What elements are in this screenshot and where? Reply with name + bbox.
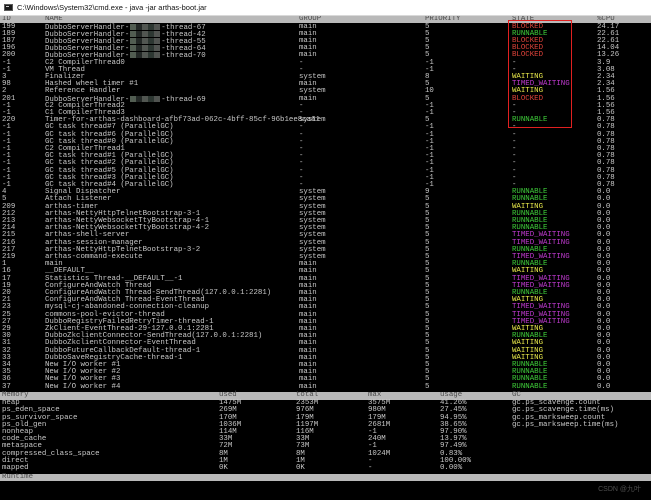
thread-row: 1 main main 5 RUNNABLE 0.0 [0, 260, 651, 268]
thread-row: 2 Reference Handler system 10 WAITING 1.56 [0, 88, 651, 96]
thread-id: 37 [2, 382, 11, 391]
gc-metric: gc.ps_marksweep.time(ms) [512, 420, 619, 429]
thread-row: 196 DubboServerHandler- -thread-64 main 5 BLO… [0, 44, 651, 52]
memory-row: ps_old_gen 1036M 1197M 2681M 38.65% gc.ps_mar… [0, 420, 651, 429]
memory-row: nonheap 114M 116M -1 97.90% [0, 428, 651, 436]
runtime-header-label: Runtime [2, 472, 34, 481]
redacted-mosaic [130, 23, 161, 30]
redacted-mosaic [130, 95, 161, 102]
window-titlebar[interactable]: C:\Windows\System32\cmd.exe - java -jar … [0, 0, 651, 16]
redacted-mosaic [130, 38, 161, 44]
thread-name-text: Reference Handler [45, 87, 121, 96]
thread-state: BLOCKED [512, 51, 544, 60]
thread-row: 219 arthas-command-execute system 5 TIMED_WA… [0, 253, 651, 261]
col-name-header: NAME [45, 16, 63, 23]
memory-name: mapped [2, 463, 29, 472]
redacted-mosaic [130, 30, 161, 37]
thread-state: RUNNABLE [512, 116, 548, 125]
memory-row: mapped 0K 0K - 0.00% [0, 463, 651, 472]
redacted-mosaic [130, 52, 161, 59]
arthas-dashboard-console[interactable]: ID NAME GROUP PRIORITY STATE %CPU 199 DubboServ… [0, 16, 651, 500]
redacted-mosaic [130, 45, 161, 52]
thread-state: RUNNABLE [512, 382, 548, 391]
memory-usage: 0.00% [440, 463, 463, 472]
thread-row: 37 New I/O worker #4 main 5 RUNNABLE 0.0 [0, 382, 651, 391]
memory-row: compressed_class_space 8M 8M 1024M 0.83% [0, 450, 651, 458]
memory-total: 0K [296, 463, 305, 472]
thread-name-text: New I/O worker #4 [45, 382, 121, 391]
thread-name: New I/O worker #4 [45, 382, 121, 391]
window-title: C:\Windows\System32\cmd.exe - java -jar … [17, 3, 207, 12]
thread-table-header: ID NAME GROUP PRIORITY STATE %CPU [0, 16, 651, 24]
thread-group: main [299, 382, 317, 391]
col-priority-header: PRIORITY [425, 16, 461, 23]
thread-row: 187 DubboServerHandler- -thread-55 main 5 BLO… [0, 37, 651, 45]
runtime-header: Runtime [0, 472, 651, 481]
thread-priority: 5 [425, 382, 430, 391]
csdn-watermark: CSDN @九叶 [598, 486, 641, 493]
thread-state: BLOCKED [512, 94, 544, 103]
thread-cpu: 0.0 [597, 382, 611, 391]
memory-row: code_cache 33M 33M 240M 13.97% [0, 435, 651, 443]
memory-row: direct 1M 1M -100.00% [0, 457, 651, 465]
console-icon [4, 4, 13, 11]
thread-row: -1 C2 CompilerThread0- -1-3.9 [0, 59, 651, 67]
memory-used: 0K [219, 463, 228, 472]
thread-row: 199 DubboServerHandler- -thread-67 main 5 BLO… [0, 23, 651, 31]
thread-name: Reference Handler [45, 88, 120, 95]
memory-max: - [368, 463, 373, 472]
thread-row: 189 DubboServerHandler- -thread-42 main 5 RUN… [0, 30, 651, 38]
